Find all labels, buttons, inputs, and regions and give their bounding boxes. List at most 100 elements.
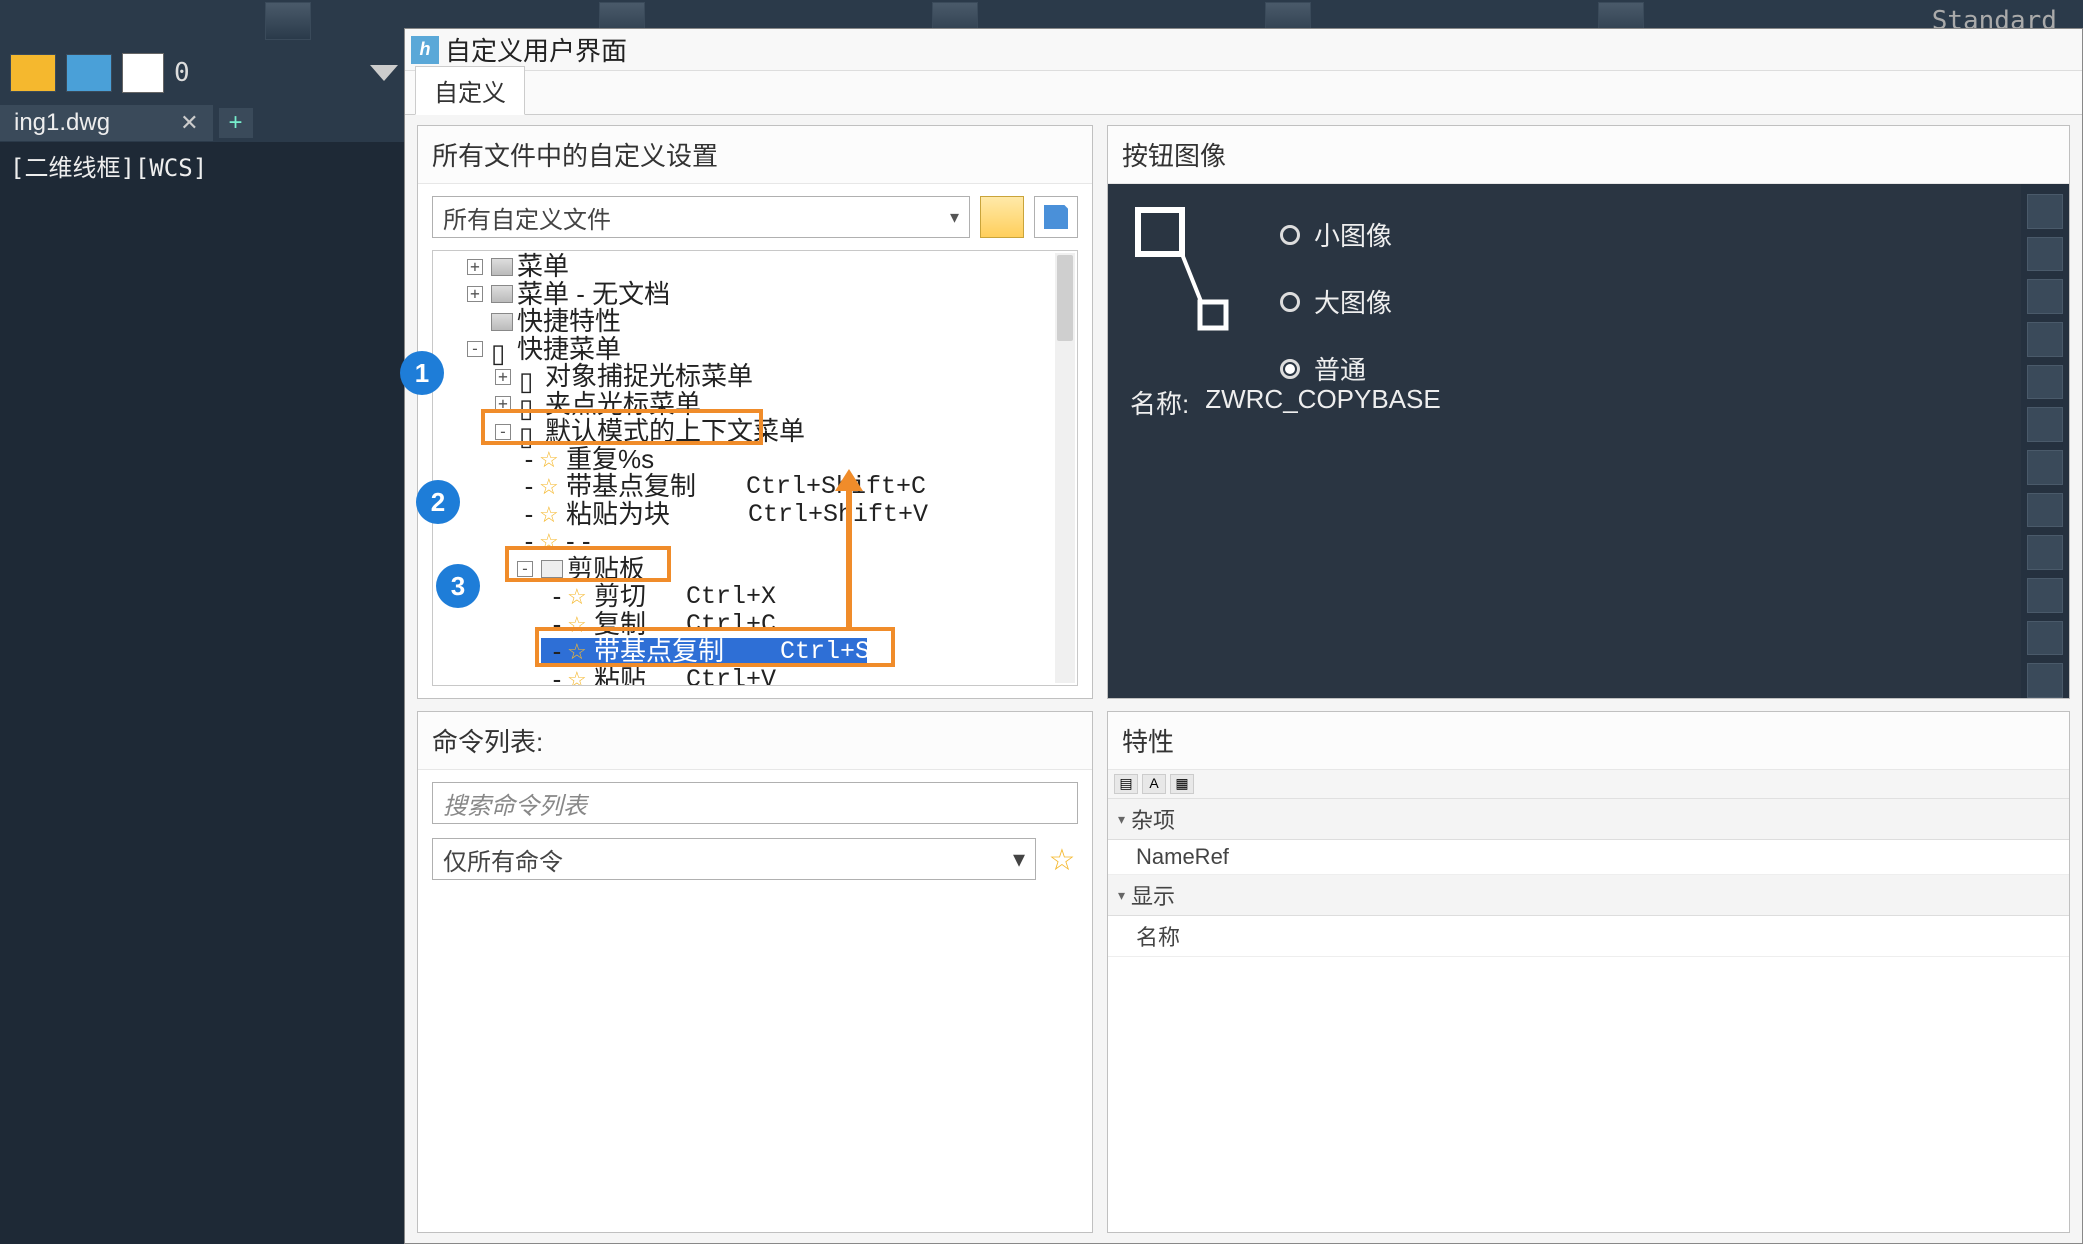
radio-icon-checked: [1280, 359, 1300, 379]
star-icon: ☆: [539, 446, 559, 473]
button-image-panel: 按钮图像 小图像 大图像 普通 名: [1107, 125, 2070, 699]
file-select-value: 所有自定义文件: [443, 200, 611, 235]
chevron-down-icon: ▾: [1013, 845, 1025, 874]
tool-icon[interactable]: [2027, 365, 2063, 400]
tree-item-label[interactable]: 菜单: [517, 253, 569, 280]
tool-icon[interactable]: [2027, 450, 2063, 485]
star-icon: ☆: [539, 528, 559, 555]
expand-icon[interactable]: +: [467, 286, 483, 302]
cursor-menu-icon: ▯: [519, 423, 541, 441]
icon-name-label: 名称:: [1130, 384, 1189, 421]
tree-item-label[interactable]: 剪贴板: [567, 556, 645, 583]
menu-list-icon: [491, 258, 513, 276]
menu-list-icon: [491, 285, 513, 303]
customization-tree[interactable]: +菜单 +菜单 - 无文档 快捷特性 -▯快捷菜单 +▯对象捕捉光标菜单 +▯夹…: [432, 250, 1078, 686]
collapse-icon[interactable]: -: [517, 561, 533, 577]
tool-icon[interactable]: [2027, 578, 2063, 613]
collapse-icon[interactable]: -: [467, 341, 483, 357]
collapse-triangle-icon: ▾: [1118, 811, 1125, 828]
tree-item-label[interactable]: 带基点复制: [566, 473, 696, 500]
tree-item-shortcut: Ctrl+X: [686, 583, 776, 610]
command-filter-select[interactable]: 仅所有命令 ▾: [432, 838, 1036, 880]
prop-section-display[interactable]: ▾显示: [1108, 875, 2069, 916]
prop-section-label: 杂项: [1131, 803, 1175, 835]
expand-icon[interactable]: +: [495, 369, 511, 385]
submenu-icon: [541, 560, 563, 578]
save-file-button[interactable]: [1034, 196, 1078, 238]
layer-color-swatch[interactable]: [122, 53, 164, 93]
tree-item-label[interactable]: 重复%s: [566, 446, 654, 473]
tree-scrollbar[interactable]: [1055, 253, 1075, 683]
tool-icon[interactable]: [2027, 621, 2063, 656]
annotation-arrow-up: [835, 469, 863, 631]
tree-item-label[interactable]: 快捷菜单: [517, 336, 621, 363]
cursor-menu-icon: ▯: [519, 395, 541, 413]
open-file-button[interactable]: [980, 196, 1024, 238]
layer-index-text: 0: [174, 58, 190, 88]
scrollbar-thumb[interactable]: [1057, 255, 1073, 341]
tree-item-label[interactable]: 夹点光标菜单: [545, 391, 701, 418]
app-icon: h: [411, 36, 439, 64]
customizations-panel-header: 所有文件中的自定义设置: [418, 126, 1092, 184]
tool-icon[interactable]: [2027, 237, 2063, 272]
customization-file-select[interactable]: 所有自定义文件 ▾: [432, 196, 970, 238]
star-icon: ☆: [539, 501, 559, 528]
star-icon: ☆: [567, 611, 587, 638]
props-sort-button[interactable]: ▤: [1114, 774, 1138, 794]
layer-dropdown-icon[interactable]: [370, 65, 398, 81]
command-search-input[interactable]: 搜索命令列表: [432, 782, 1078, 824]
annotation-badge-1: 1: [400, 351, 444, 395]
tree-item-label[interactable]: - -: [566, 528, 591, 555]
tab-customize[interactable]: 自定义: [415, 66, 525, 115]
icon-name-value: ZWRC_COPYBASE: [1205, 384, 1441, 421]
tool-icon[interactable]: [2027, 194, 2063, 229]
annotation-badge-2: 2: [416, 480, 460, 524]
star-icon: ☆: [539, 473, 559, 500]
tree-item-label[interactable]: 复制: [594, 611, 646, 638]
star-icon: ☆: [567, 638, 587, 665]
tree-item-label[interactable]: 默认模式的上下文菜单: [545, 418, 805, 445]
expand-icon[interactable]: +: [495, 396, 511, 412]
file-tab-active[interactable]: ing1.dwg ✕: [0, 105, 213, 141]
expand-icon[interactable]: +: [467, 259, 483, 275]
tree-item-label[interactable]: 剪切: [594, 583, 646, 610]
command-list-header: 命令列表:: [418, 712, 1092, 770]
tool-icon[interactable]: [2027, 535, 2063, 570]
collapse-icon[interactable]: -: [495, 424, 511, 440]
radio-icon: [1280, 292, 1300, 312]
radio-normal[interactable]: 普通: [1280, 350, 1392, 387]
radio-label: 普通: [1314, 350, 1366, 387]
button-icon-preview: [1130, 202, 1240, 352]
cursor-menu-icon: ▯: [519, 368, 541, 386]
layer-lock-icon[interactable]: [66, 54, 112, 92]
radio-small-image[interactable]: 小图像: [1280, 216, 1392, 253]
tree-item-shortcut: Ctrl+V: [686, 666, 776, 685]
tool-icon[interactable]: [2027, 279, 2063, 314]
tree-item-shortcut: Ctrl+Shift+C: [780, 638, 960, 665]
favorite-filter-button[interactable]: ☆: [1046, 843, 1078, 875]
prop-row-name[interactable]: 名称: [1108, 916, 2069, 957]
tool-icon[interactable]: [2027, 493, 2063, 528]
tree-item-label[interactable]: 菜单 - 无文档: [517, 281, 670, 308]
tree-item-label[interactable]: 对象捕捉光标菜单: [545, 363, 753, 390]
tree-item-label[interactable]: 快捷特性: [517, 308, 621, 335]
tree-item-label[interactable]: 粘贴为块: [566, 501, 670, 528]
toolbar-icon[interactable]: [265, 2, 311, 40]
props-icon: [491, 313, 513, 331]
dialog-title-bar[interactable]: h 自定义用户界面: [405, 29, 2082, 71]
tree-item-label[interactable]: 粘贴: [594, 666, 646, 685]
tool-icon[interactable]: [2027, 407, 2063, 442]
radio-large-image[interactable]: 大图像: [1280, 283, 1392, 320]
prop-row-nameref[interactable]: NameRef: [1108, 840, 2069, 875]
prop-section-misc[interactable]: ▾ 杂项: [1108, 799, 2069, 840]
tree-item-selected[interactable]: 带基点复制: [594, 638, 724, 665]
layer-icon[interactable]: [10, 54, 56, 92]
props-sort-button[interactable]: A: [1142, 774, 1166, 794]
prop-section-label: 显示: [1131, 879, 1175, 911]
tool-icon[interactable]: [2027, 322, 2063, 357]
tool-icon[interactable]: [2027, 663, 2063, 698]
command-filter-value: 仅所有命令: [443, 842, 563, 877]
new-tab-button[interactable]: +: [219, 108, 253, 138]
close-icon[interactable]: ✕: [180, 110, 198, 136]
props-sort-button[interactable]: ▦: [1170, 774, 1194, 794]
